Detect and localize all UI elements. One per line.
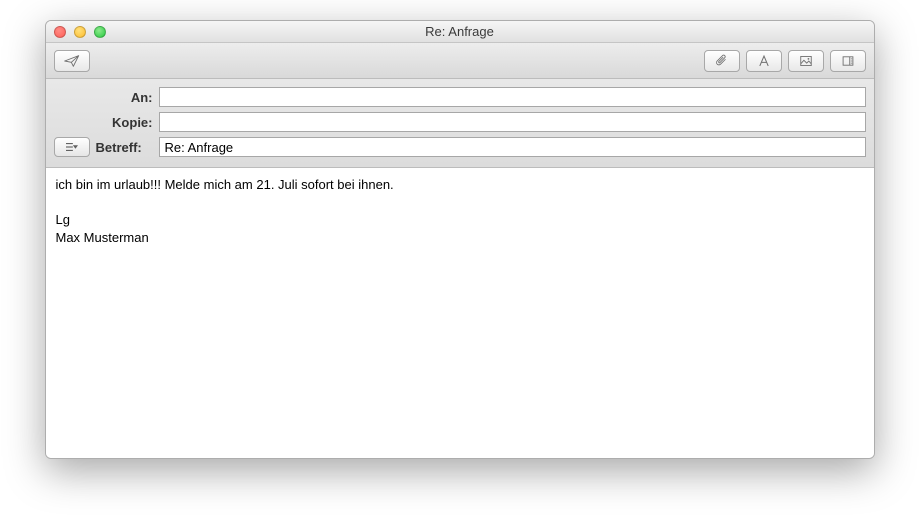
subject-row: Betreff: [54, 137, 866, 157]
to-row: An: [54, 87, 866, 107]
subject-label: Betreff: [96, 140, 148, 155]
sidebar-icon [840, 54, 856, 68]
to-label: An: [54, 90, 159, 105]
minimize-button[interactable] [74, 26, 86, 38]
header-options-button[interactable] [54, 137, 90, 157]
subject-input[interactable] [159, 137, 866, 157]
paperclip-icon [714, 54, 730, 68]
list-dropdown-icon [62, 141, 82, 153]
window-title: Re: Anfrage [46, 24, 874, 39]
stationery-button[interactable] [830, 50, 866, 72]
titlebar: Re: Anfrage [46, 21, 874, 43]
photo-icon [798, 54, 814, 68]
compose-window: Re: Anfrage [45, 20, 875, 459]
font-icon [756, 54, 772, 68]
to-input[interactable] [159, 87, 866, 107]
cc-label: Kopie: [54, 115, 159, 130]
zoom-button[interactable] [94, 26, 106, 38]
cc-input[interactable] [159, 112, 866, 132]
toolbar [46, 43, 874, 79]
photo-browser-button[interactable] [788, 50, 824, 72]
close-button[interactable] [54, 26, 66, 38]
attach-button[interactable] [704, 50, 740, 72]
send-button[interactable] [54, 50, 90, 72]
window-controls [46, 26, 106, 38]
format-button[interactable] [746, 50, 782, 72]
message-body[interactable]: ich bin im urlaub!!! Melde mich am 21. J… [46, 168, 874, 458]
header-fields: An: Kopie: Betreff: [46, 79, 874, 168]
cc-row: Kopie: [54, 112, 866, 132]
paper-plane-icon [64, 54, 80, 68]
